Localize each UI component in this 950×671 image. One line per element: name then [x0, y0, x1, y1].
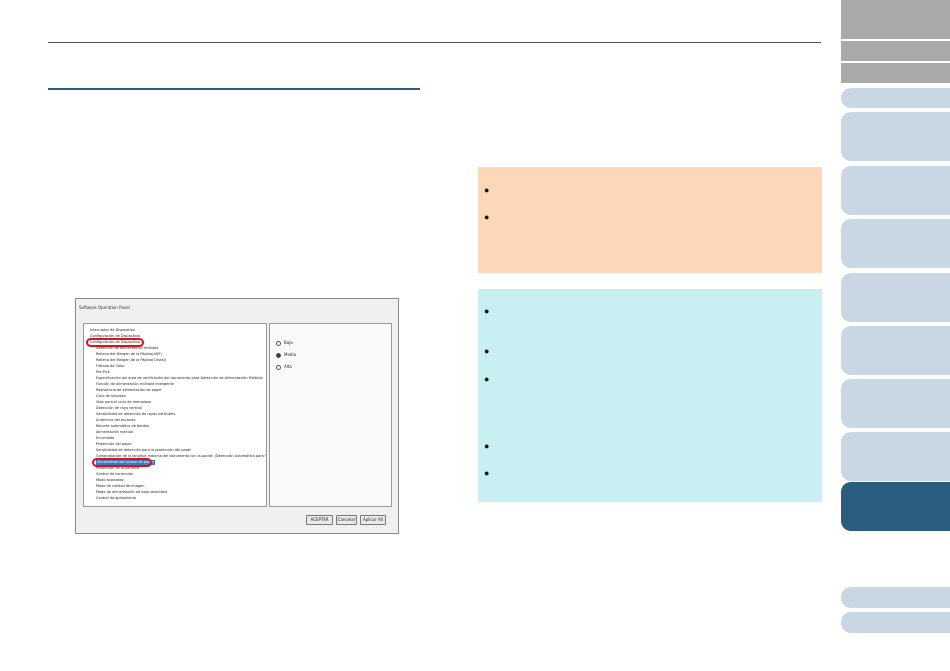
- nav-tab-4[interactable]: [841, 88, 950, 108]
- tree-item[interactable]: Ciclo de limpieza: [96, 394, 126, 399]
- tree-item[interactable]: Control de corrección: [96, 472, 133, 477]
- tree-item[interactable]: Alimentación manual: [96, 430, 133, 435]
- tree-item[interactable]: Sensibilidad de detección de rayas verti…: [96, 412, 175, 417]
- bullet-icon: ●: [484, 441, 490, 451]
- tree-item[interactable]: Sensibilidad de detección para la protec…: [96, 448, 191, 453]
- tree-item[interactable]: Pre-Pick: [96, 370, 110, 375]
- nav-tab-11[interactable]: [841, 432, 950, 481]
- nav-tab-2[interactable]: [841, 41, 950, 61]
- nav-tab-bottom-2[interactable]: [841, 612, 950, 633]
- bullet-icon: ●: [484, 212, 490, 222]
- radio-icon: [276, 364, 281, 370]
- header-rule: [48, 42, 821, 43]
- tree-item[interactable]: Autoinicio del escaneo: [96, 418, 135, 423]
- radio-icon: [276, 340, 281, 346]
- tree-item[interactable]: Relleno del Margen de la Página(ADF): [96, 352, 162, 357]
- nav-tab-9[interactable]: [841, 326, 950, 375]
- tree-item[interactable]: Interruptor de Dispositivo: [90, 328, 135, 333]
- radio-label: Alta: [284, 364, 292, 369]
- tree-item[interactable]: Modo avanzado: [96, 478, 124, 483]
- cancel-button[interactable]: Cancelar: [336, 515, 357, 525]
- tree-item[interactable]: Filtrado de Color: [96, 364, 125, 369]
- bullet-icon: ●: [484, 346, 490, 356]
- radio-icon: [276, 352, 281, 358]
- tree-item[interactable]: Función de alimentación múltiple intelig…: [96, 382, 174, 387]
- radio-label: Media: [284, 352, 297, 357]
- options-pane: Baja Media Alta: [269, 323, 392, 507]
- nav-tab-6[interactable]: [841, 166, 950, 215]
- bullet-icon: ●: [484, 306, 490, 316]
- tree-item[interactable]: Modo de alimentación de baja velocidad: [96, 490, 167, 495]
- nav-tab-10[interactable]: [841, 379, 950, 428]
- ok-button[interactable]: ACEPTAR: [306, 515, 333, 525]
- radio-option[interactable]: Alta: [276, 364, 292, 370]
- tree-item[interactable]: Control de apilamiento: [96, 496, 136, 501]
- tree-item[interactable]: Relleno del Margen de la Página(Cristal): [96, 358, 166, 363]
- nav-tab-8[interactable]: [841, 273, 950, 322]
- bullet-icon: ●: [484, 374, 490, 384]
- nav-tab-bottom-1[interactable]: [841, 587, 950, 608]
- tree-item[interactable]: Protección de la pantalla: [96, 466, 139, 471]
- apply-button[interactable]: Aplicar All: [360, 515, 386, 525]
- tree-item[interactable]: Encendido: [96, 436, 114, 441]
- dialog-title: Software Operation Panel: [79, 305, 130, 310]
- bullet-icon: ●: [484, 468, 490, 478]
- tree-item[interactable]: Detección de alimentación múltiple: [96, 346, 158, 351]
- radio-option[interactable]: Media: [276, 352, 296, 358]
- nav-tab-7[interactable]: [841, 219, 950, 268]
- tree-item[interactable]: Especificación del área de verificación …: [96, 376, 263, 381]
- tree-item[interactable]: Modo de calidad de imagen: [96, 484, 144, 489]
- nav-tab-3[interactable]: [841, 63, 950, 83]
- software-operation-panel-dialog: Software Operation Panel Interruptor de …: [75, 298, 399, 534]
- tree-item[interactable]: Resistencia de alimentación de papel: [96, 388, 161, 393]
- bullet-icon: ●: [484, 185, 490, 195]
- radio-option[interactable]: Baja: [276, 340, 293, 346]
- radio-label: Baja: [284, 340, 293, 345]
- tree-item[interactable]: Detección de rayo vertical: [96, 406, 142, 411]
- tree-item[interactable]: Vida para el ciclo de reemplazo: [96, 400, 151, 405]
- nav-tab-1[interactable]: [841, 0, 950, 39]
- caution-box: ● ●: [478, 167, 822, 273]
- tree-item[interactable]: Recorte automático de bordes: [96, 424, 149, 429]
- settings-tree[interactable]: Interruptor de Dispositivo Configuración …: [83, 323, 267, 507]
- hint-box: ● ● ● ● ●: [478, 289, 822, 502]
- nav-tab-5[interactable]: [841, 112, 950, 161]
- nav-tab-active[interactable]: [841, 482, 950, 531]
- tree-item[interactable]: Protección del papel: [96, 442, 132, 447]
- section-rule: [48, 88, 420, 90]
